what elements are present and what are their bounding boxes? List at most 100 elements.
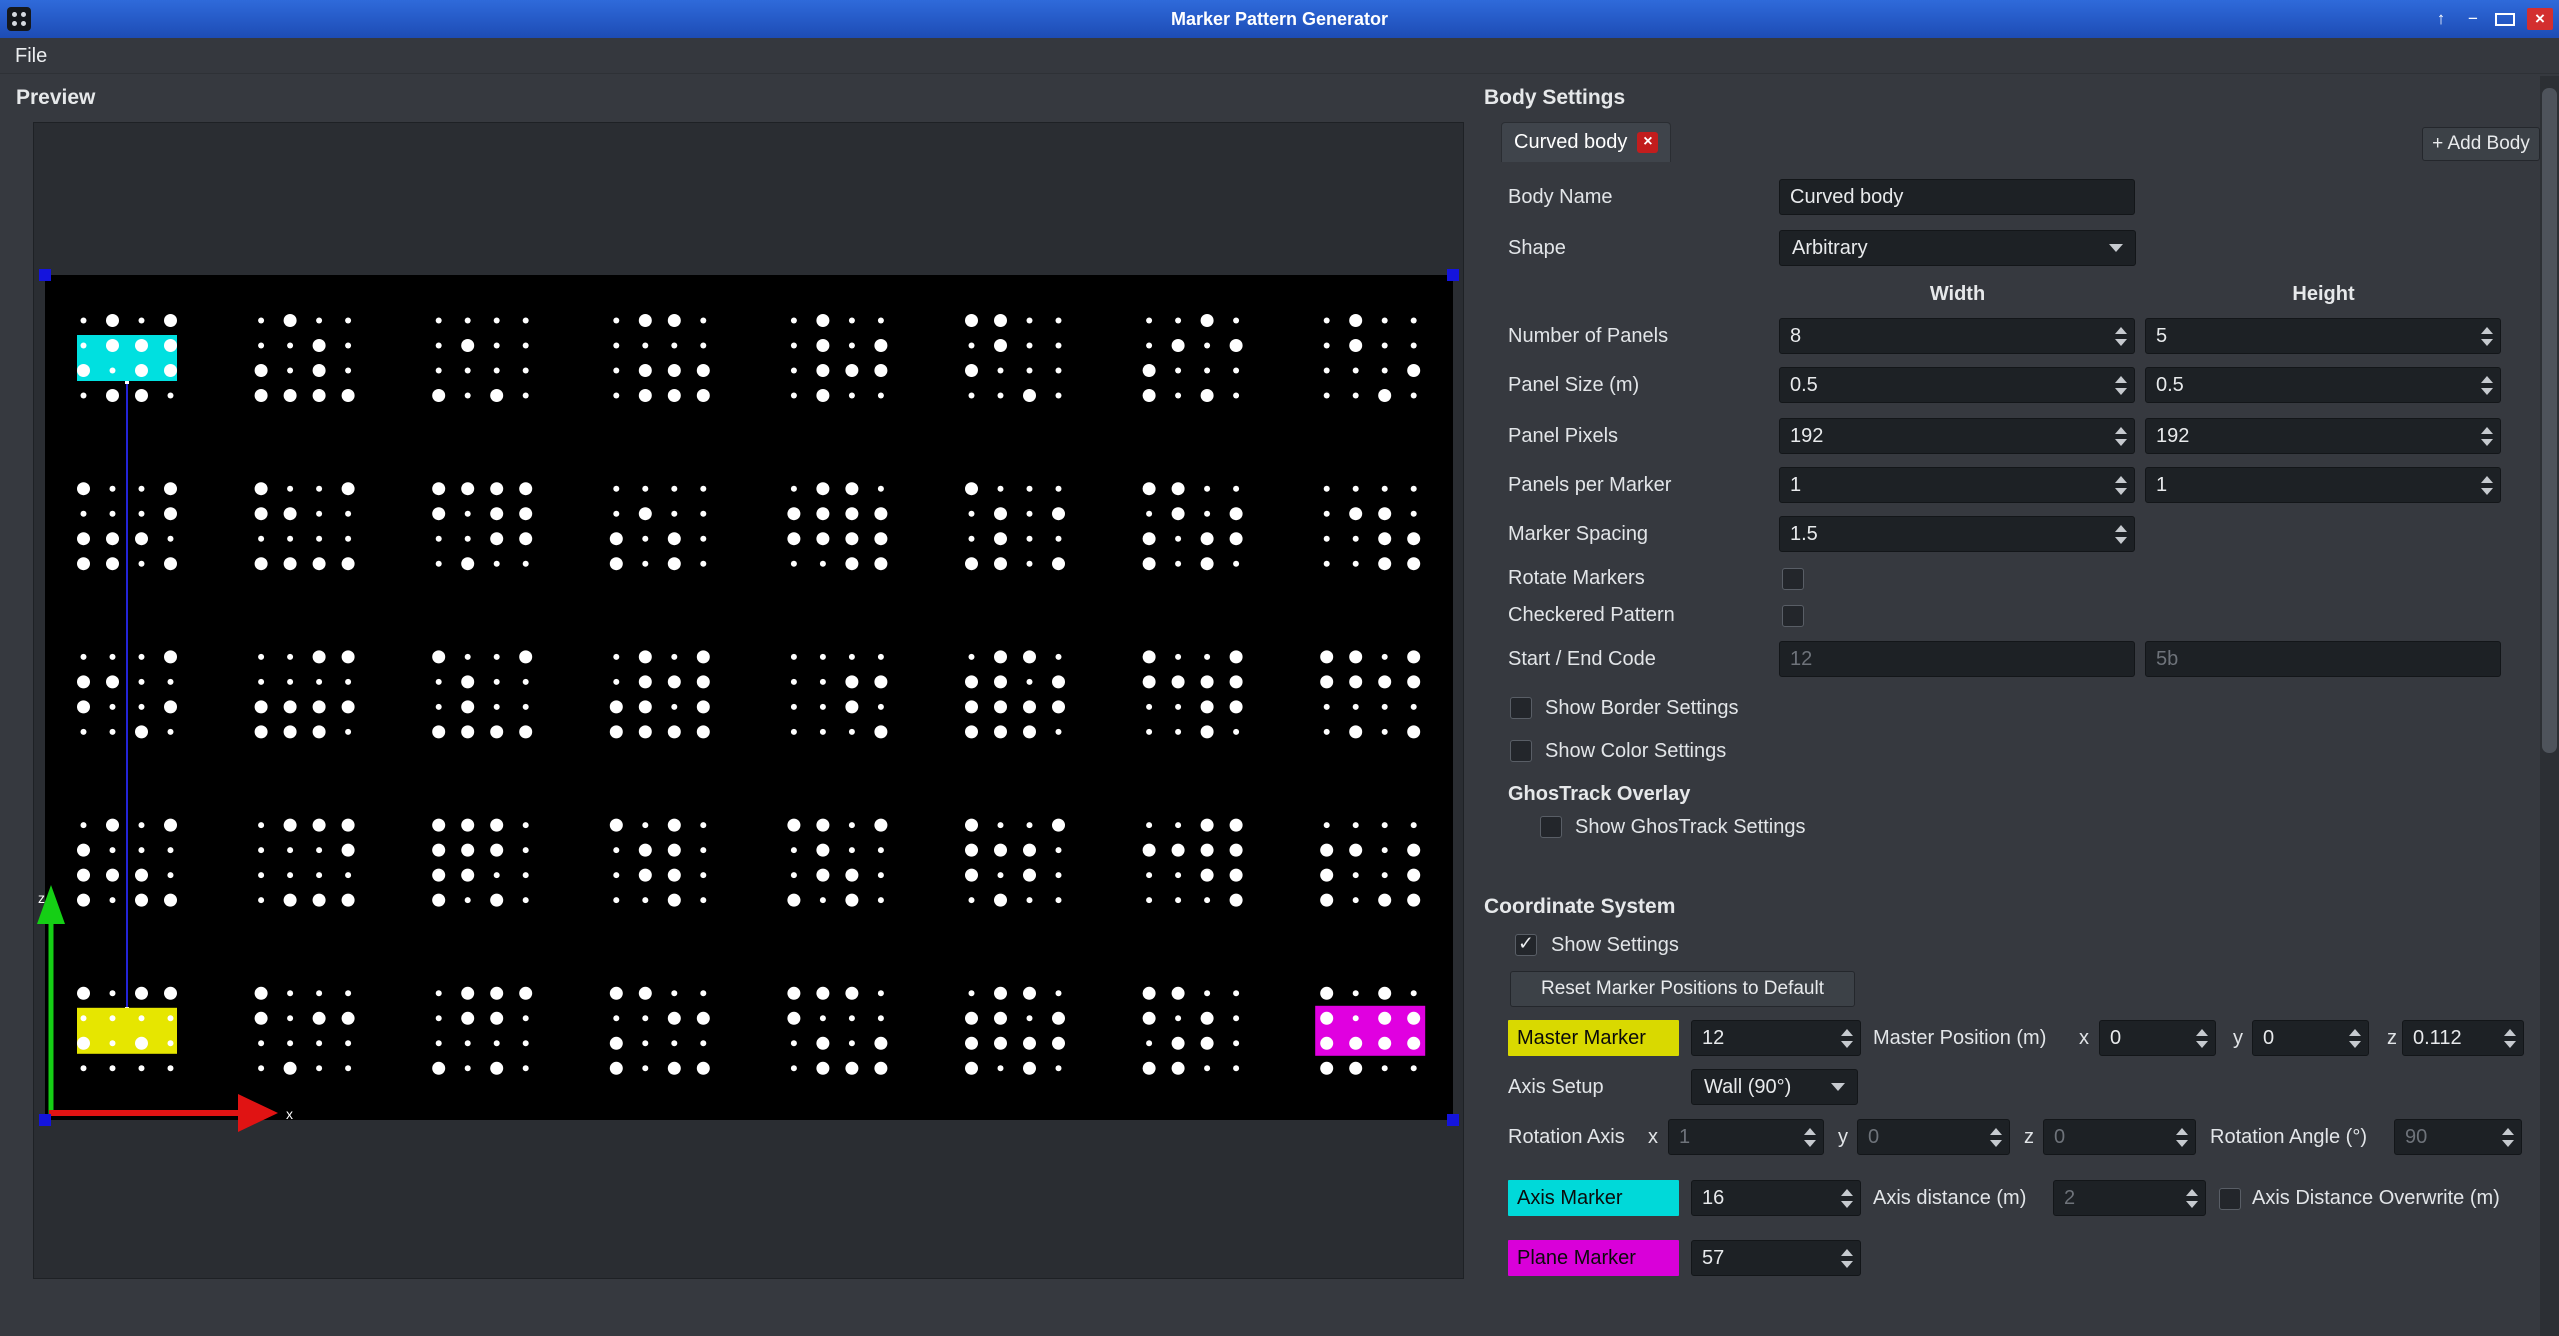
spin-up-icon[interactable] — [2115, 376, 2127, 383]
spin-up-icon[interactable] — [1804, 1128, 1816, 1135]
marker-spacing-spin[interactable] — [1779, 516, 2135, 552]
axis-marker-id-spin[interactable] — [1691, 1180, 1861, 1216]
master-marker-id-input[interactable] — [1692, 1021, 1834, 1055]
rollup-button[interactable]: ↑ — [2431, 9, 2451, 29]
show-color-settings-checkbox[interactable] — [1510, 740, 1532, 762]
panel-pixels-height-input[interactable] — [2146, 419, 2474, 453]
spin-down-icon[interactable] — [2115, 537, 2127, 544]
tab-close-icon[interactable]: × — [1637, 132, 1658, 153]
spin-down-icon[interactable] — [2196, 1041, 2208, 1048]
spinner-buttons[interactable] — [2108, 517, 2134, 551]
spin-down-icon[interactable] — [2349, 1041, 2361, 1048]
spin-up-icon[interactable] — [2186, 1189, 2198, 1196]
spin-down-icon[interactable] — [2115, 388, 2127, 395]
spin-up-icon[interactable] — [2349, 1029, 2361, 1036]
resize-handle[interactable] — [39, 269, 51, 281]
spin-down-icon[interactable] — [2481, 339, 2493, 346]
spin-up-icon[interactable] — [1990, 1128, 2002, 1135]
preview-canvas[interactable]: zx — [34, 123, 1463, 1278]
spin-down-icon[interactable] — [2115, 339, 2127, 346]
master-position-y-input[interactable] — [2253, 1021, 2342, 1055]
panel-size-width-spin[interactable] — [1779, 367, 2135, 403]
resize-handle[interactable] — [39, 1114, 51, 1126]
menu-file[interactable]: File — [0, 38, 62, 74]
panels-per-marker-width-input[interactable] — [1780, 468, 2108, 502]
spinner-buttons[interactable] — [2474, 468, 2500, 502]
panels-width-input[interactable] — [1780, 319, 2108, 353]
axis-marker-highlight[interactable] — [77, 335, 177, 381]
axis-distance-overwrite-checkbox[interactable] — [2219, 1188, 2241, 1210]
panel-pixels-height-spin[interactable] — [2145, 418, 2501, 454]
spin-up-icon[interactable] — [2481, 376, 2493, 383]
add-body-button[interactable]: + Add Body — [2422, 127, 2540, 161]
show-settings-checkbox[interactable] — [1515, 934, 1537, 956]
tab-curved-body[interactable]: Curved body × — [1501, 122, 1671, 162]
plane-marker-highlight[interactable] — [1315, 1006, 1425, 1056]
spin-down-icon[interactable] — [2481, 439, 2493, 446]
spinner-buttons[interactable] — [2108, 319, 2134, 353]
panels-per-marker-width-spin[interactable] — [1779, 467, 2135, 503]
spin-down-icon[interactable] — [2481, 388, 2493, 395]
spin-down-icon[interactable] — [2115, 439, 2127, 446]
spin-up-icon[interactable] — [2196, 1029, 2208, 1036]
show-border-settings-checkbox[interactable] — [1510, 697, 1532, 719]
plane-marker-id-input[interactable] — [1692, 1241, 1834, 1275]
axis-marker-id-input[interactable] — [1692, 1181, 1834, 1215]
shape-select[interactable]: Arbitrary — [1779, 230, 2136, 266]
scrollbar-thumb[interactable] — [2542, 88, 2557, 753]
spin-up-icon[interactable] — [2176, 1128, 2188, 1135]
spinner-buttons[interactable] — [2108, 368, 2134, 402]
spin-down-icon[interactable] — [2186, 1201, 2198, 1208]
master-position-x-input[interactable] — [2100, 1021, 2189, 1055]
start-code-input[interactable] — [1779, 641, 2135, 677]
spin-up-icon[interactable] — [2115, 427, 2127, 434]
spinner-buttons[interactable] — [1834, 1181, 1860, 1215]
spin-up-icon[interactable] — [2481, 427, 2493, 434]
panels-height-input[interactable] — [2146, 319, 2474, 353]
master-position-z-spin[interactable] — [2402, 1020, 2524, 1056]
panel-pixels-width-spin[interactable] — [1779, 418, 2135, 454]
axis-setup-select[interactable]: Wall (90°) — [1691, 1069, 1858, 1105]
resize-handle[interactable] — [1447, 269, 1459, 281]
spinner-buttons[interactable] — [1834, 1021, 1860, 1055]
reset-marker-positions-button[interactable]: Reset Marker Positions to Default — [1510, 971, 1855, 1007]
checkered-pattern-checkbox[interactable] — [1782, 605, 1804, 627]
spin-up-icon[interactable] — [1841, 1189, 1853, 1196]
spin-down-icon[interactable] — [1804, 1140, 1816, 1147]
master-position-y-spin[interactable] — [2252, 1020, 2369, 1056]
panel-size-height-spin[interactable] — [2145, 367, 2501, 403]
resize-handle[interactable] — [1447, 1114, 1459, 1126]
spin-up-icon[interactable] — [2115, 476, 2127, 483]
spin-up-icon[interactable] — [2481, 327, 2493, 334]
master-marker-id-spin[interactable] — [1691, 1020, 1861, 1056]
spin-down-icon[interactable] — [2481, 488, 2493, 495]
spin-down-icon[interactable] — [1841, 1041, 1853, 1048]
spin-up-icon[interactable] — [1841, 1029, 1853, 1036]
spin-up-icon[interactable] — [2504, 1029, 2516, 1036]
show-ghostrack-settings-checkbox[interactable] — [1540, 816, 1562, 838]
body-name-input[interactable] — [1779, 179, 2135, 215]
panels-height-spin[interactable] — [2145, 318, 2501, 354]
spin-down-icon[interactable] — [2502, 1140, 2514, 1147]
end-code-input[interactable] — [2145, 641, 2501, 677]
master-position-x-spin[interactable] — [2099, 1020, 2216, 1056]
master-position-z-input[interactable] — [2403, 1021, 2497, 1055]
spinner-buttons[interactable] — [2108, 419, 2134, 453]
panels-per-marker-height-spin[interactable] — [2145, 467, 2501, 503]
spinner-buttons[interactable] — [2497, 1021, 2523, 1055]
plane-marker-id-spin[interactable] — [1691, 1240, 1861, 1276]
spinner-buttons[interactable] — [2474, 319, 2500, 353]
spin-up-icon[interactable] — [2481, 476, 2493, 483]
minimize-button[interactable]: − — [2463, 9, 2483, 29]
spin-down-icon[interactable] — [2115, 488, 2127, 495]
spinner-buttons[interactable] — [2189, 1021, 2215, 1055]
rotate-markers-checkbox[interactable] — [1782, 568, 1804, 590]
panels-per-marker-height-input[interactable] — [2146, 468, 2474, 502]
spin-up-icon[interactable] — [2115, 327, 2127, 334]
spin-up-icon[interactable] — [2502, 1128, 2514, 1135]
spin-up-icon[interactable] — [1841, 1249, 1853, 1256]
panel-pixels-width-input[interactable] — [1780, 419, 2108, 453]
spinner-buttons[interactable] — [1834, 1241, 1860, 1275]
spin-down-icon[interactable] — [2504, 1041, 2516, 1048]
panels-width-spin[interactable] — [1779, 318, 2135, 354]
